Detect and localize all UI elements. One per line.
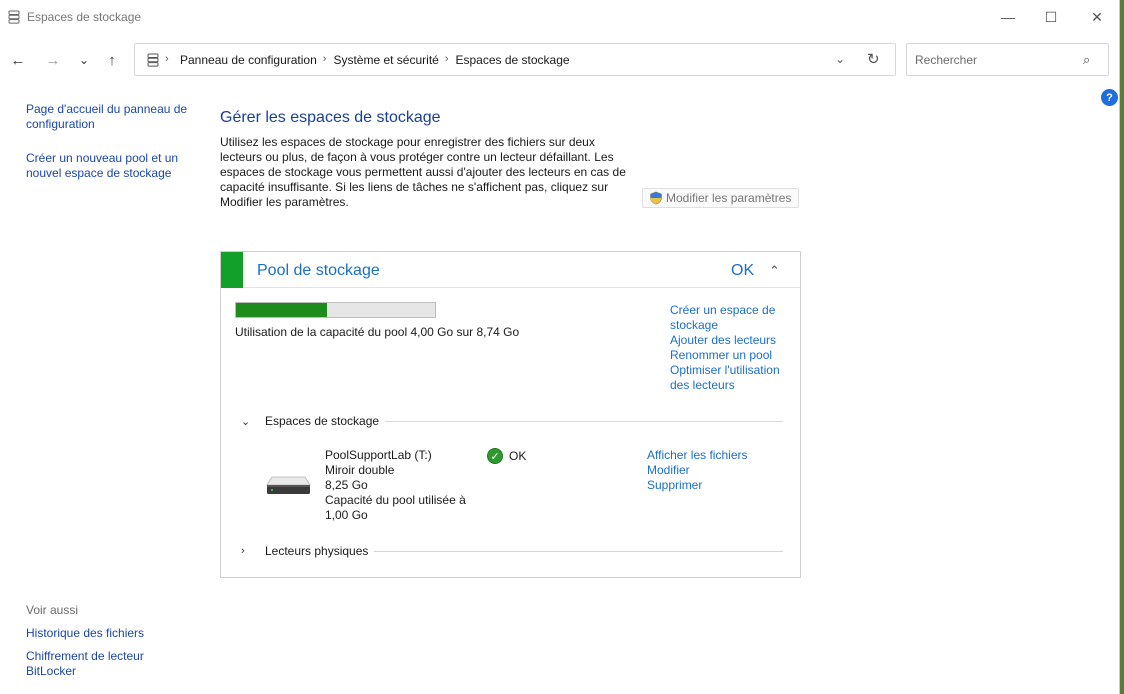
help-icon[interactable]: ? (1101, 89, 1118, 106)
storage-space-actions: Afficher les fichiers Modifier Supprimer (647, 448, 777, 493)
bitlocker-link[interactable]: Chiffrement de lecteur BitLocker (26, 649, 176, 679)
physical-drives-section-label: Lecteurs physiques (265, 544, 369, 558)
chevron-up-icon[interactable]: ⌃ (769, 263, 780, 279)
chevron-down-icon[interactable]: ⌄ (241, 415, 253, 428)
recent-locations-button[interactable]: ⌄ (73, 49, 95, 71)
refresh-icon[interactable]: ↻ (867, 50, 880, 68)
storage-spaces-section-label: Espaces de stockage (265, 414, 380, 428)
storage-space-status: ✓ OK (487, 448, 526, 464)
breadcrumb-item[interactable]: Panneau de configuration (180, 53, 323, 67)
section-divider (374, 550, 783, 552)
create-storage-space-link[interactable]: Créer un espace de stockage (670, 303, 795, 333)
storage-space-resiliency: Miroir double (325, 463, 395, 477)
drive-icon (266, 476, 311, 494)
close-icon: ✕ (1091, 8, 1103, 25)
physical-drives-section[interactable]: › Lecteurs physiques (241, 543, 783, 559)
pool-capacity-bar (235, 302, 436, 318)
minimize-icon: — (1001, 9, 1015, 25)
storage-spaces-window: Espaces de stockage — ☐ ✕ ← → ⌄ ↑ › Pann… (0, 0, 1120, 694)
rename-pool-link[interactable]: Renommer un pool (670, 348, 795, 363)
search-box[interactable]: ⌕ (906, 43, 1109, 76)
file-history-link[interactable]: Historique des fichiers (26, 626, 176, 641)
uac-shield-icon (650, 191, 662, 205)
breadcrumb-chevron-icon[interactable]: › (445, 53, 456, 67)
storage-space-size: 8,25 Go (325, 478, 368, 492)
create-pool-link[interactable]: Créer un nouveau pool et un nouvel espac… (26, 151, 196, 181)
pool-header[interactable]: Pool de stockage OK ⌃ (221, 252, 800, 288)
breadcrumb-item[interactable]: Espaces de stockage (456, 53, 576, 67)
back-arrow-icon: ← (10, 51, 26, 69)
chevron-down-icon: ⌄ (78, 53, 90, 67)
up-arrow-icon: ↑ (108, 51, 116, 69)
task-pane: Page d'accueil du panneau de configurati… (26, 102, 196, 200)
storage-space-status-label: OK (509, 449, 527, 463)
up-button[interactable]: ↑ (101, 49, 123, 71)
see-also-links: Historique des fichiers Chiffrement de l… (26, 626, 176, 687)
pool-capacity-fill (236, 303, 328, 317)
navigation-bar: ← → ⌄ ↑ › Panneau de configuration › Sys… (0, 40, 1119, 78)
storage-space-pool-used: Capacité du pool utilisée à 1,00 Go (325, 493, 466, 522)
storage-pool-panel: Pool de stockage OK ⌃ Utilisation de la … (220, 251, 801, 578)
pool-title: Pool de stockage (257, 262, 380, 279)
modify-space-link[interactable]: Modifier (647, 463, 777, 478)
storage-space-name: PoolSupportLab (T:) (325, 448, 432, 462)
maximize-button[interactable]: ☐ (1028, 0, 1074, 34)
search-icon[interactable]: ⌕ (1083, 52, 1090, 68)
address-bar[interactable]: › Panneau de configuration › Système et … (134, 43, 896, 76)
window-title: Espaces de stockage (27, 10, 142, 24)
pool-actions: Créer un espace de stockage Ajouter des … (670, 303, 795, 393)
address-dropdown-icon[interactable]: ⌄ (835, 52, 845, 66)
storage-space-details: PoolSupportLab (T:) Miroir double 8,25 G… (325, 448, 475, 523)
minimize-button[interactable]: — (985, 0, 1031, 34)
check-icon: ✓ (487, 448, 503, 464)
maximize-icon: ☐ (1044, 8, 1058, 25)
chevron-right-icon[interactable]: › (241, 545, 253, 557)
see-also-label: Voir aussi (26, 603, 79, 617)
forward-arrow-icon: → (45, 51, 61, 69)
modify-settings-button[interactable]: Modifier les paramètres (642, 188, 799, 208)
page-description: Utilisez les espaces de stockage pour en… (220, 135, 626, 209)
storage-location-icon (147, 53, 159, 67)
breadcrumb-chevron-icon[interactable]: › (323, 53, 334, 67)
modify-settings-label: Modifier les paramètres (666, 191, 792, 205)
breadcrumb: Panneau de configuration › Système et sé… (180, 53, 576, 67)
breadcrumb-item[interactable]: Système et sécurité (333, 53, 444, 67)
forward-button[interactable]: → (42, 49, 64, 71)
pool-status: OK (731, 262, 755, 279)
storage-space-item: PoolSupportLab (T:) Miroir double 8,25 G… (265, 447, 785, 527)
add-drives-link[interactable]: Ajouter des lecteurs (670, 333, 795, 348)
close-button[interactable]: ✕ (1074, 0, 1120, 34)
delete-space-link[interactable]: Supprimer (647, 478, 777, 493)
pool-capacity-text: Utilisation de la capacité du pool 4,00 … (235, 325, 520, 339)
section-divider (385, 420, 783, 422)
title-bar: Espaces de stockage — ☐ ✕ (0, 0, 1119, 34)
back-button[interactable]: ← (7, 49, 29, 71)
optimize-drive-usage-link[interactable]: Optimiser l'utilisation des lecteurs (670, 363, 795, 393)
breadcrumb-root-chevron-icon[interactable]: › (165, 53, 169, 65)
storage-spaces-section[interactable]: ⌄ Espaces de stockage (241, 413, 783, 429)
pool-status-accent (221, 252, 243, 288)
control-panel-home-link[interactable]: Page d'accueil du panneau de configurati… (26, 102, 196, 132)
storage-app-icon (8, 10, 20, 24)
view-files-link[interactable]: Afficher les fichiers (647, 448, 777, 463)
search-input[interactable] (915, 51, 1075, 69)
page-title: Gérer les espaces de stockage (220, 109, 441, 126)
